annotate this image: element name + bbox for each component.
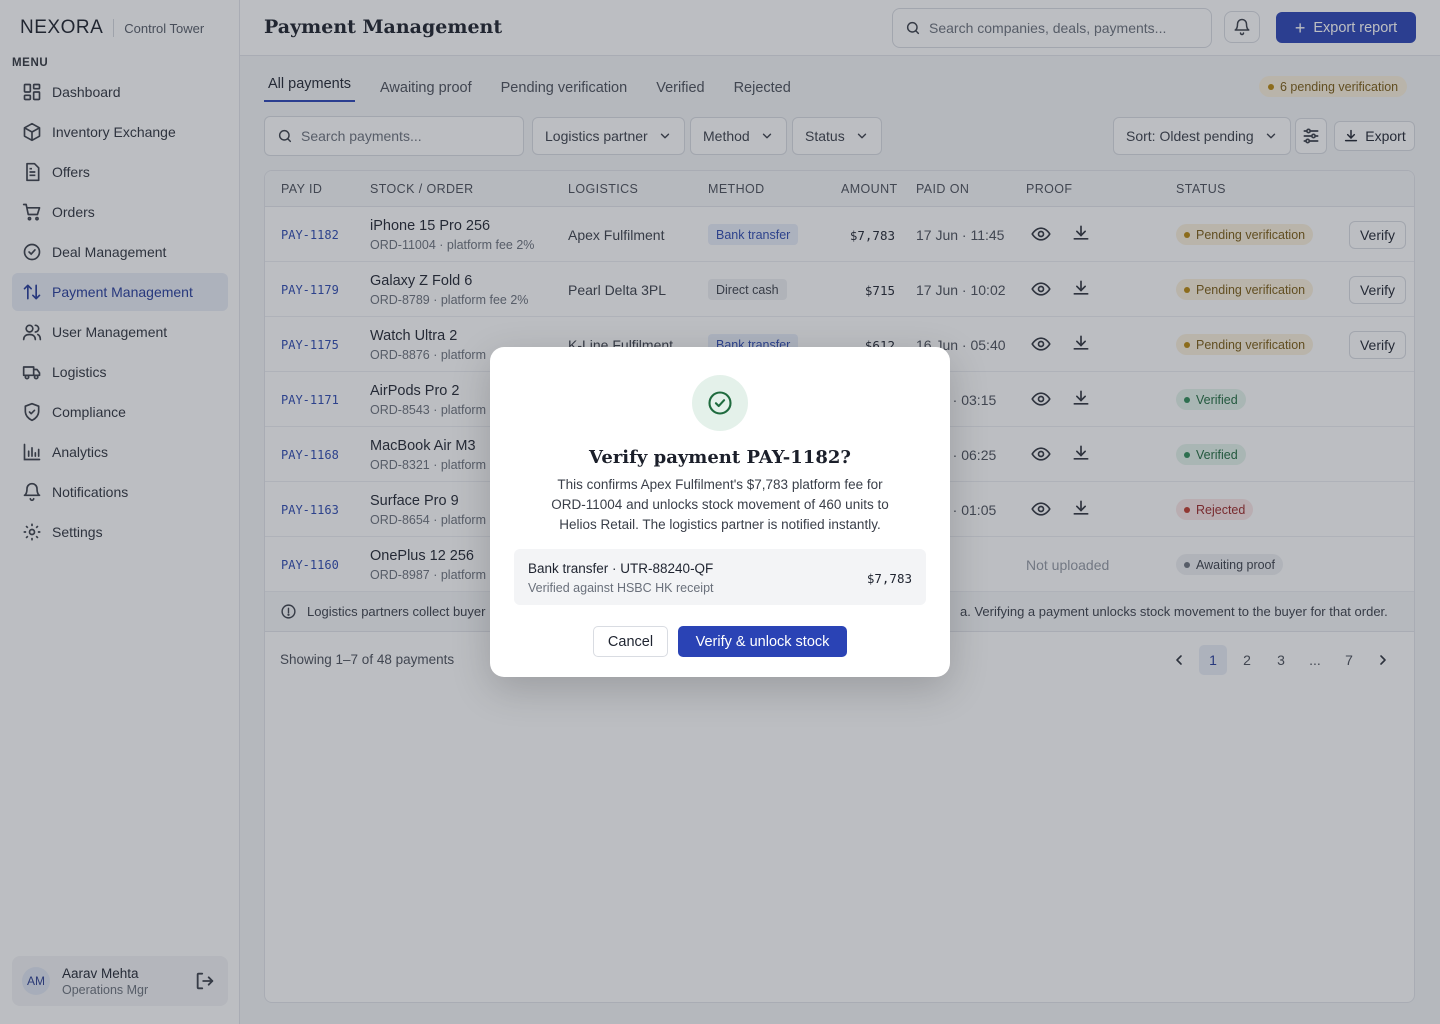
dialog-body: This confirms Apex Fulfilment's $7,783 p…	[551, 477, 889, 532]
dialog-title: Verify payment PAY-1182?	[589, 447, 851, 468]
modal-backdrop[interactable]: Verify payment PAY-1182? This confirms A…	[0, 0, 1440, 1024]
verify-unlock-button[interactable]: Verify & unlock stock	[678, 626, 847, 657]
receipt-subtitle: Verified against HSBC HK receipt	[528, 581, 714, 595]
cancel-button[interactable]: Cancel	[593, 626, 668, 657]
receipt-title: Bank transfer · UTR-88240-QF	[528, 561, 714, 576]
verify-payment-dialog: Verify payment PAY-1182? This confirms A…	[490, 347, 950, 677]
payment-receipt-summary: Bank transfer · UTR-88240-QF Verified ag…	[514, 549, 926, 605]
check-circle-icon	[692, 375, 748, 431]
receipt-amount: $7,783	[866, 571, 912, 586]
